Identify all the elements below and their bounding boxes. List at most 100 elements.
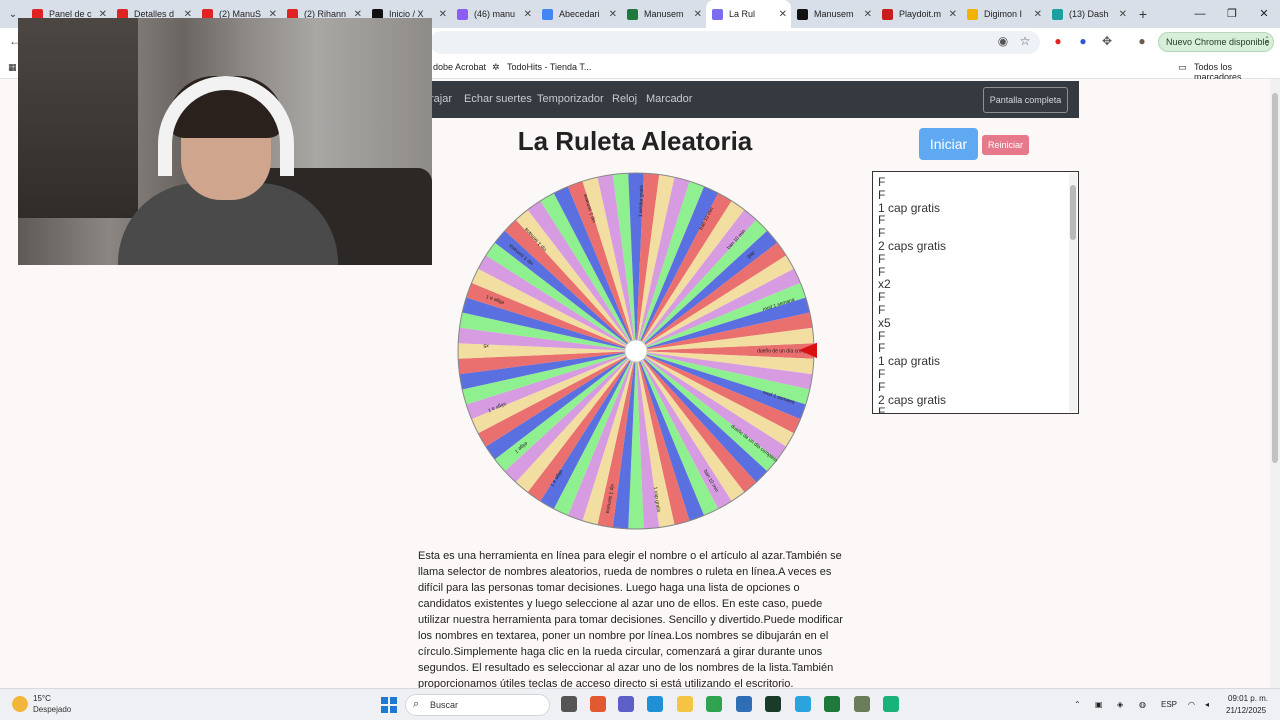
todohits-icon: ✲ — [492, 62, 500, 72]
nav-link-reloj[interactable]: Reloj — [612, 93, 637, 105]
tab-close-icon[interactable]: ✕ — [1034, 9, 1042, 20]
address-bar[interactable] — [430, 31, 1040, 54]
tab-close-icon[interactable]: ✕ — [779, 9, 787, 20]
entry-line: F — [878, 213, 886, 228]
tab-title: Manusem — [814, 9, 854, 19]
entries-list: FF1 cap gratis F F 2 caps gratis F Fx2 F Fx5 F F 1… — [878, 175, 1073, 414]
browser-tab[interactable]: (46) manu ✕ — [451, 0, 536, 28]
tab-favicon-icon — [542, 8, 553, 20]
browser-tab[interactable]: Playdoit.m ✕ — [876, 0, 961, 28]
entry-line: 1 cap gratis — [878, 200, 941, 215]
browser-tab[interactable]: (13) Dash ✕ — [1046, 0, 1131, 28]
explorer-icon[interactable] — [677, 696, 693, 712]
page-scrollbar[interactable] — [1270, 79, 1280, 688]
copilot-icon[interactable] — [590, 696, 606, 712]
tab-title: Abecedari — [559, 9, 600, 19]
browser-tab[interactable]: La Rul ✕ — [706, 0, 791, 28]
obs-icon[interactable] — [854, 696, 870, 712]
entry-line: 1 cap gratis — [878, 354, 941, 369]
tab-title: (13) Dash — [1069, 9, 1109, 19]
names-textarea[interactable]: FF1 cap gratis F F 2 caps gratis F Fx2 F Fx5 F F 1… — [872, 171, 1079, 414]
minimize-button[interactable]: — — [1184, 0, 1216, 28]
teams-icon[interactable] — [618, 696, 634, 712]
chrome-icon[interactable] — [706, 696, 722, 712]
wheel-hub[interactable] — [624, 339, 648, 363]
tab-close-icon[interactable]: ✕ — [864, 9, 872, 20]
windows-start-icon[interactable] — [381, 697, 397, 713]
clock-time[interactable]: 09:01 p. m. — [1228, 694, 1268, 703]
browser-tab[interactable]: Abecedari ✕ — [536, 0, 621, 28]
tab-close-icon[interactable]: ✕ — [949, 9, 957, 20]
textarea-scrollbar[interactable] — [1069, 173, 1077, 412]
volume-icon[interactable]: ◂ — [1205, 700, 1209, 709]
wifi-icon[interactable]: ◠ — [1188, 700, 1195, 709]
menu-dots-icon[interactable]: ⋮ — [1260, 34, 1274, 48]
browser-tab[interactable]: Manusem ✕ — [621, 0, 706, 28]
star-icon[interactable]: ☆ — [1018, 34, 1032, 48]
avatar[interactable]: ● — [1135, 34, 1149, 48]
kick-icon[interactable] — [824, 696, 840, 712]
nav-link-marcador[interactable]: Marcador — [646, 93, 692, 105]
tab-favicon-icon — [1052, 8, 1063, 20]
restore-button[interactable]: ❐ — [1216, 0, 1248, 28]
nav-link-temporizador[interactable]: Temporizador — [537, 93, 604, 105]
calculator-icon[interactable] — [736, 696, 752, 712]
tab-close-icon[interactable]: ✕ — [1119, 9, 1127, 20]
app-icon[interactable] — [883, 696, 899, 712]
new-tab-button[interactable]: + — [1131, 6, 1155, 22]
browser-tab[interactable]: Digimon I ✕ — [961, 0, 1046, 28]
task-view-icon[interactable] — [561, 696, 577, 712]
tray-icon[interactable]: ◈ — [1117, 700, 1123, 709]
telegram-icon[interactable] — [795, 696, 811, 712]
terminal-icon[interactable] — [765, 696, 781, 712]
puzzle-icon[interactable]: ✥ — [1100, 34, 1114, 48]
fullscreen-button[interactable]: Pantalla completa — [983, 87, 1068, 113]
weather-temp: 15°C — [33, 694, 51, 703]
eye-slash-icon[interactable]: ◉ — [996, 34, 1010, 48]
entry-line: F — [878, 251, 886, 266]
roulette-wheel[interactable]: dueño de un día completo mod 1 semana gap b… — [455, 170, 819, 532]
tab-close-icon[interactable]: ✕ — [439, 9, 447, 20]
entry-line: F — [878, 366, 886, 381]
tray-icon[interactable]: ▣ — [1095, 700, 1103, 709]
description-text: Esta es una herramienta en línea para el… — [418, 550, 843, 688]
entry-line: x2 — [878, 277, 891, 292]
close-window-button[interactable]: ✕ — [1248, 0, 1280, 28]
apps-icon[interactable]: ▦ — [8, 62, 17, 73]
entry-line: F — [878, 302, 886, 317]
reset-button[interactable]: Reiniciar — [982, 135, 1029, 155]
bookmark-todohits[interactable]: TodoHits - Tienda T... — [507, 62, 591, 72]
folder-icon: ▭ — [1178, 62, 1187, 72]
language-indicator[interactable]: ESP — [1161, 700, 1177, 709]
window-controls: — ❐ ✕ — [1184, 0, 1280, 28]
site-navbar: rajar Echar suertes Temporizador Reloj M… — [418, 81, 1079, 118]
tab-favicon-icon — [457, 8, 468, 20]
microphone-icon[interactable]: ◍ — [1139, 700, 1146, 709]
bookmark-acrobat[interactable]: dobe Acrobat — [433, 62, 486, 72]
browser-tab[interactable]: Manusem ✕ — [791, 0, 876, 28]
nav-link-echar-suertes[interactable]: Echar suertes — [464, 93, 532, 105]
tab-favicon-icon — [882, 8, 893, 20]
entry-line: F — [878, 379, 886, 394]
entry-line: F — [878, 175, 886, 189]
edge-icon[interactable] — [647, 696, 663, 712]
chrome-update-button[interactable]: Nuevo Chrome disponible — [1158, 32, 1274, 52]
tab-favicon-icon — [627, 8, 638, 20]
taskbar-search[interactable]: Buscar — [405, 694, 550, 716]
tab-close-icon[interactable]: ✕ — [524, 9, 532, 20]
extension-red-icon[interactable]: ● — [1051, 34, 1065, 48]
entry-line: F — [878, 290, 886, 305]
start-button[interactable]: Iniciar — [919, 128, 978, 160]
nav-link-sortear[interactable]: rajar — [430, 93, 452, 105]
clock-date[interactable]: 21/12/2025 — [1226, 706, 1266, 715]
extension-blue-icon[interactable]: ● — [1076, 34, 1090, 48]
entry-line: F — [878, 264, 886, 279]
tab-close-icon[interactable]: ✕ — [694, 9, 702, 20]
tab-close-icon[interactable]: ✕ — [609, 9, 617, 20]
chevron-up-icon[interactable]: ⌃ — [1074, 700, 1081, 709]
webcam-overlay — [18, 18, 432, 265]
page-title: La Ruleta Aleatoria — [517, 126, 753, 156]
tab-favicon-icon — [797, 8, 808, 20]
wheel-svg[interactable]: dueño de un día completomod 1 semanagapb… — [455, 170, 819, 532]
entry-line: F — [878, 405, 886, 414]
